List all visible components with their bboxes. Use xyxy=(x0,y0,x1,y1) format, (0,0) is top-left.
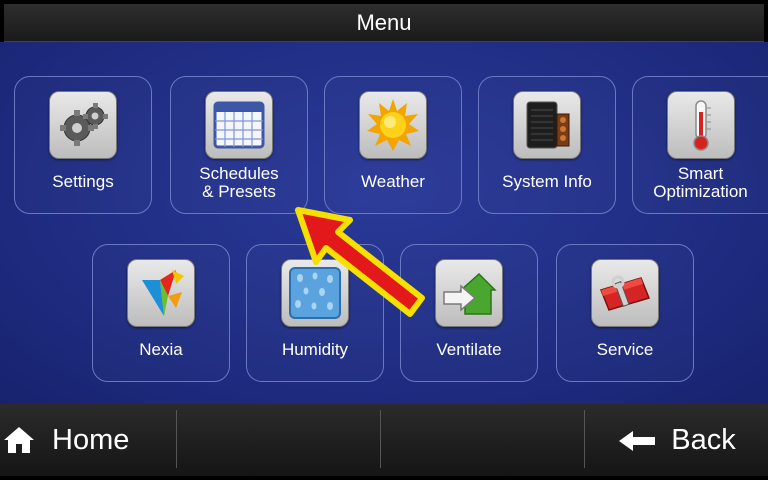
weather-button[interactable]: Weather xyxy=(324,76,462,214)
calendar-icon xyxy=(205,91,273,159)
settings-button[interactable]: Settings xyxy=(14,76,152,214)
back-button[interactable]: Back xyxy=(585,404,768,476)
ventilate-button[interactable]: Ventilate xyxy=(400,244,538,382)
menu-grid: Settings Schedules & Presets Weather Sys… xyxy=(0,42,768,404)
back-arrow-icon xyxy=(617,428,657,452)
thermometer-icon xyxy=(667,91,735,159)
service-button[interactable]: Service xyxy=(556,244,694,382)
divider xyxy=(176,410,177,468)
toolbox-icon xyxy=(591,259,659,327)
ventilate-label: Ventilate xyxy=(436,340,502,359)
nexia-button[interactable]: Nexia xyxy=(92,244,230,382)
humidity-label: Humidity xyxy=(281,340,349,359)
ventilate-house-icon xyxy=(435,259,503,327)
sun-icon xyxy=(359,91,427,159)
nexia-label: Nexia xyxy=(139,340,183,359)
divider xyxy=(380,410,381,468)
bottom-nav: Home Back xyxy=(0,404,768,476)
page-title: Menu xyxy=(4,4,764,42)
system-info-button[interactable]: System Info xyxy=(478,76,616,214)
smart-optimization-button[interactable]: Smart Optimization xyxy=(632,76,768,214)
service-label: Service xyxy=(596,340,654,359)
nexia-logo-icon xyxy=(127,259,195,327)
schedules-presets-button[interactable]: Schedules & Presets xyxy=(170,76,308,214)
gear-icon xyxy=(49,91,117,159)
settings-label: Settings xyxy=(52,172,114,191)
hvac-unit-icon xyxy=(513,91,581,159)
smart-optimization-label: Smart Optimization xyxy=(653,164,748,201)
home-label: Home xyxy=(52,423,130,456)
weather-label: Weather xyxy=(361,172,425,191)
home-button[interactable]: Home xyxy=(0,404,176,476)
thermostat-screen: Menu Settings Schedules & Presets Weathe… xyxy=(0,0,768,480)
water-drops-icon xyxy=(281,259,349,327)
back-label: Back xyxy=(671,423,736,456)
humidity-button[interactable]: Humidity xyxy=(246,244,384,382)
home-icon xyxy=(2,425,36,455)
schedules-presets-label: Schedules & Presets xyxy=(199,164,279,201)
system-info-label: System Info xyxy=(502,172,592,191)
